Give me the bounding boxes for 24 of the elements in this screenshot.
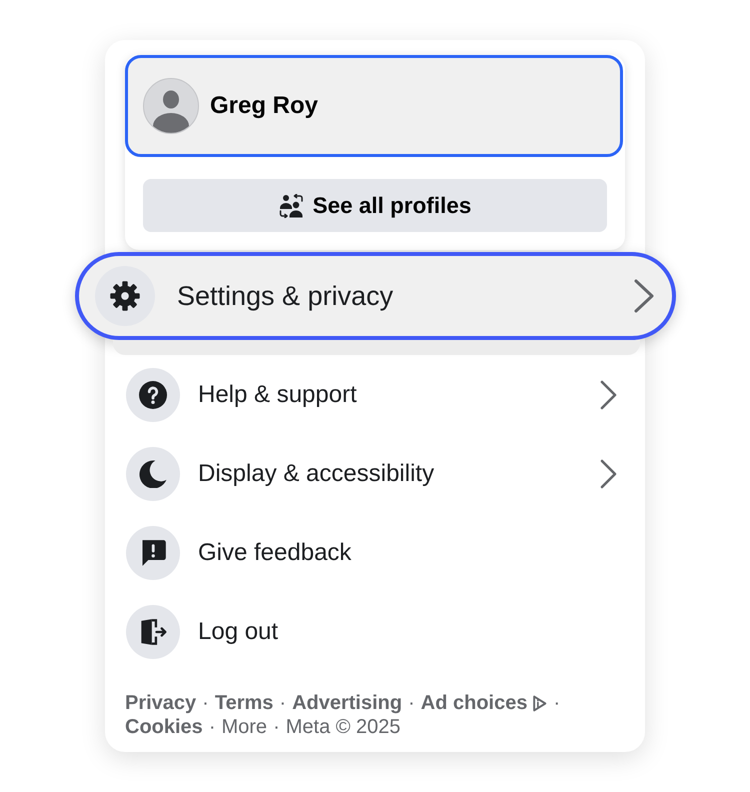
profile-name: Greg Roy	[210, 91, 318, 121]
menu-item[interactable]: Give feedback	[125, 513, 625, 592]
footer-link[interactable]: Cookies	[125, 715, 203, 739]
menu-item[interactable]: Settings & privacy	[75, 252, 676, 340]
separator-dot: ·	[553, 691, 560, 715]
avatar-icon	[143, 78, 199, 134]
see-all-profiles-button[interactable]: See all profiles	[143, 179, 607, 232]
separator-dot: ·	[408, 691, 415, 715]
profiles-swap-icon	[278, 194, 305, 218]
menu-item[interactable]: Log out	[125, 592, 625, 671]
footer-link[interactable]: Terms	[214, 691, 274, 715]
profile-row[interactable]: Greg Roy	[125, 55, 623, 157]
footer-link[interactable]: Advertising	[292, 691, 402, 715]
menu-item[interactable]: Display & accessibility	[125, 434, 625, 513]
separator-dot: ·	[273, 715, 280, 739]
separator-dot: ·	[279, 691, 286, 715]
footer-link[interactable]: Privacy	[125, 691, 196, 715]
separator-dot: ·	[208, 715, 216, 739]
copyright-text: Meta © 2025	[286, 715, 401, 739]
menu-item[interactable]: Help & support	[125, 355, 625, 434]
footer-link[interactable]: Ad choices	[420, 691, 548, 715]
footer-link[interactable]: More	[221, 715, 268, 739]
ad-choices-icon	[532, 694, 548, 712]
separator-dot: ·	[202, 691, 209, 715]
